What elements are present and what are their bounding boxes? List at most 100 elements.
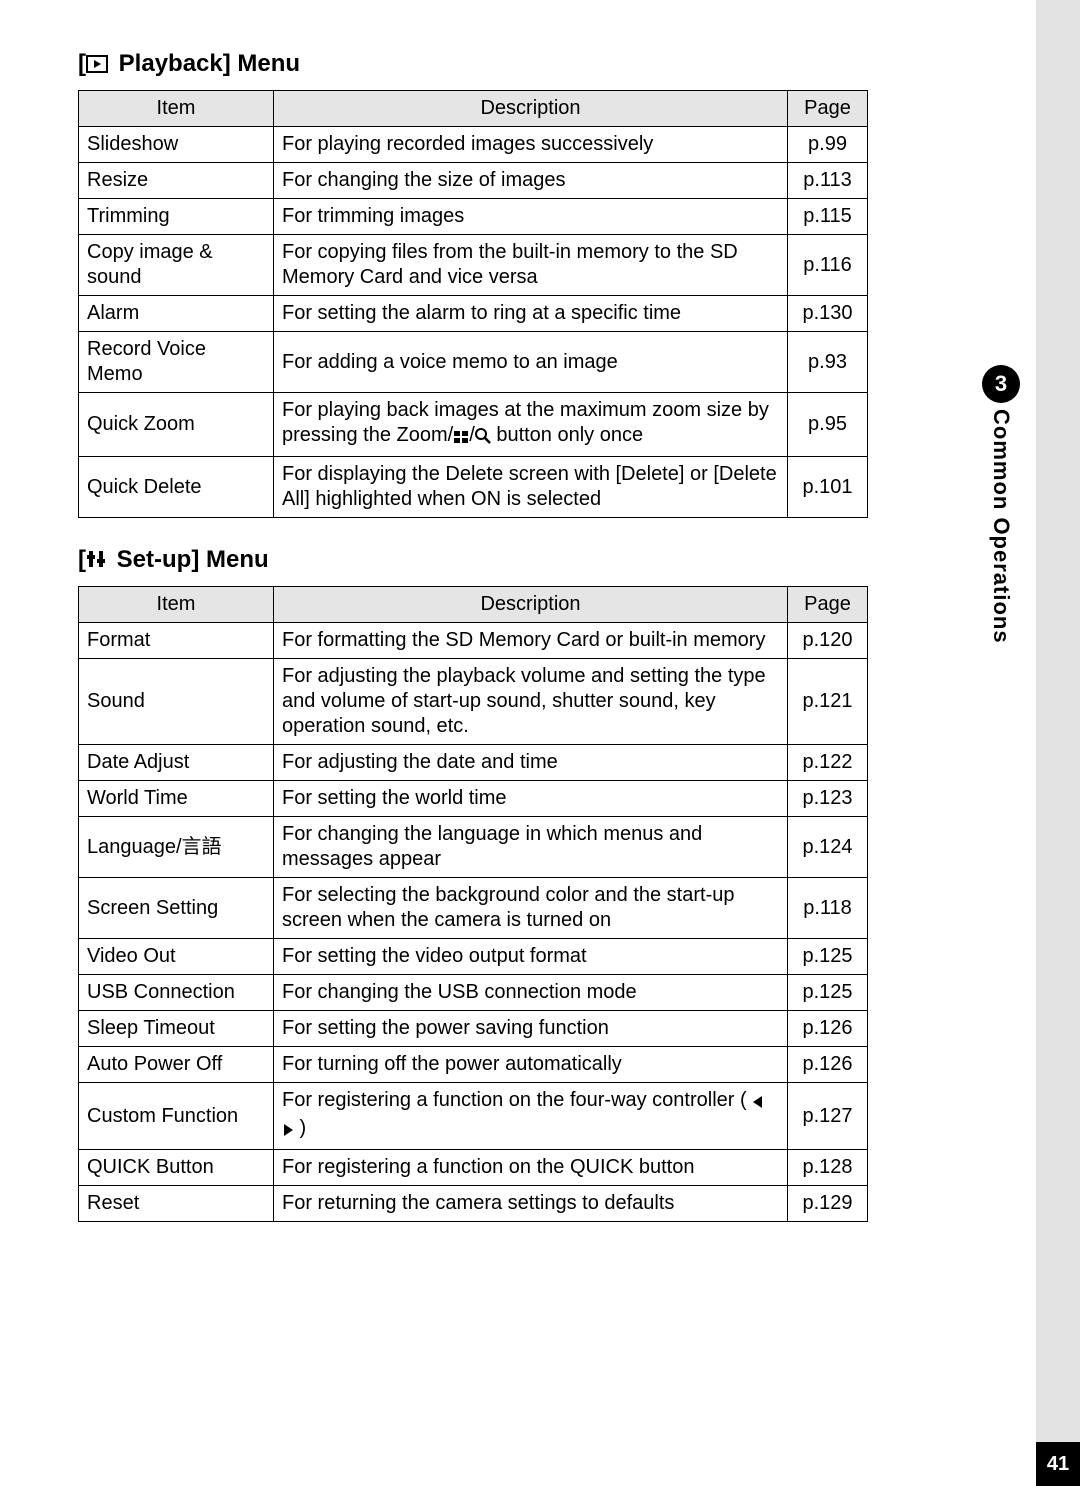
playback-icon (86, 52, 108, 80)
cell-item: Slideshow (79, 127, 274, 163)
cell-description: For changing the language in which menus… (274, 817, 788, 878)
cell-description: For changing the USB connection mode (274, 975, 788, 1011)
cell-item: Screen Setting (79, 878, 274, 939)
cell-item: Trimming (79, 199, 274, 235)
left-arrow-icon (752, 1091, 764, 1116)
cell-description: For returning the camera settings to def… (274, 1186, 788, 1222)
cell-item: Reset (79, 1186, 274, 1222)
table-row: Quick DeleteFor displaying the Delete sc… (79, 457, 868, 518)
cell-item: Format (79, 623, 274, 659)
cell-page: p.127 (788, 1083, 868, 1150)
table-row: ResetFor returning the camera settings t… (79, 1186, 868, 1222)
cell-description: For setting the power saving function (274, 1011, 788, 1047)
cell-item: Copy image & sound (79, 235, 274, 296)
cell-description: For adjusting the date and time (274, 745, 788, 781)
magnifier-icon (475, 426, 491, 451)
cell-page: p.93 (788, 332, 868, 393)
table-row: Quick ZoomFor playing back images at the… (79, 393, 868, 457)
cell-item: Quick Delete (79, 457, 274, 518)
table-row: Video OutFor setting the video output fo… (79, 939, 868, 975)
page-content: [ Playback] Menu Item Description Page S… (78, 50, 868, 1250)
page-number: 41 (1036, 1442, 1080, 1486)
cell-description: For registering a function on the four-w… (274, 1083, 788, 1150)
cell-page: p.101 (788, 457, 868, 518)
cell-item: Quick Zoom (79, 393, 274, 457)
cell-item: World Time (79, 781, 274, 817)
section-title: Common Operations (988, 409, 1014, 644)
cell-description: For adding a voice memo to an image (274, 332, 788, 393)
table-row: SlideshowFor playing recorded images suc… (79, 127, 868, 163)
table-row: Screen SettingFor selecting the backgrou… (79, 878, 868, 939)
cell-item: Resize (79, 163, 274, 199)
cell-description: For selecting the background color and t… (274, 878, 788, 939)
cell-item: Video Out (79, 939, 274, 975)
cell-page: p.126 (788, 1011, 868, 1047)
table-header-row: Item Description Page (79, 91, 868, 127)
right-arrow-icon (282, 1119, 294, 1144)
col-description: Description (274, 587, 788, 623)
col-page: Page (788, 91, 868, 127)
cell-description: For setting the world time (274, 781, 788, 817)
table-row: SoundFor adjusting the playback volume a… (79, 659, 868, 745)
table-row: World TimeFor setting the world timep.12… (79, 781, 868, 817)
cell-item: Date Adjust (79, 745, 274, 781)
cell-description: For copying files from the built-in memo… (274, 235, 788, 296)
table-row: Language/言語For changing the language in … (79, 817, 868, 878)
table-row: AlarmFor setting the alarm to ring at a … (79, 296, 868, 332)
cell-description: For changing the size of images (274, 163, 788, 199)
edge-strip (1036, 0, 1080, 1486)
table-row: Auto Power OffFor turning off the power … (79, 1047, 868, 1083)
heading-text: Set-up] Menu (110, 546, 269, 573)
side-gutter: 3 Common Operations 41 (940, 0, 1080, 1486)
table-row: FormatFor formatting the SD Memory Card … (79, 623, 868, 659)
manual-page: [ Playback] Menu Item Description Page S… (0, 0, 1080, 1486)
cell-page: p.130 (788, 296, 868, 332)
cell-page: p.115 (788, 199, 868, 235)
col-page: Page (788, 587, 868, 623)
heading-text: Playback] Menu (112, 50, 300, 77)
table-row: Copy image & soundFor copying files from… (79, 235, 868, 296)
cell-description: For turning off the power automatically (274, 1047, 788, 1083)
cell-page: p.99 (788, 127, 868, 163)
cell-page: p.118 (788, 878, 868, 939)
table-row: Date AdjustFor adjusting the date and ti… (79, 745, 868, 781)
thumbnail-icon (453, 426, 469, 451)
cell-page: p.122 (788, 745, 868, 781)
section-number-badge: 3 (982, 365, 1020, 403)
setup-icon (86, 548, 106, 576)
setup-menu-table: Item Description Page FormatFor formatti… (78, 586, 868, 1222)
table-row: Custom FunctionFor registering a functio… (79, 1083, 868, 1150)
table-header-row: Item Description Page (79, 587, 868, 623)
cell-item: USB Connection (79, 975, 274, 1011)
cell-item: QUICK Button (79, 1150, 274, 1186)
cell-page: p.124 (788, 817, 868, 878)
playback-menu-heading: [ Playback] Menu (78, 50, 868, 80)
cell-page: p.126 (788, 1047, 868, 1083)
cell-description: For displaying the Delete screen with [D… (274, 457, 788, 518)
cell-item: Sleep Timeout (79, 1011, 274, 1047)
table-row: TrimmingFor trimming imagesp.115 (79, 199, 868, 235)
cell-item: Alarm (79, 296, 274, 332)
cell-page: p.95 (788, 393, 868, 457)
cell-page: p.121 (788, 659, 868, 745)
cell-page: p.129 (788, 1186, 868, 1222)
col-description: Description (274, 91, 788, 127)
cell-page: p.125 (788, 975, 868, 1011)
cell-item: Language/言語 (79, 817, 274, 878)
playback-menu-table: Item Description Page SlideshowFor playi… (78, 90, 868, 518)
table-row: USB ConnectionFor changing the USB conne… (79, 975, 868, 1011)
cell-description: For playing back images at the maximum z… (274, 393, 788, 457)
table-row: Record Voice MemoFor adding a voice memo… (79, 332, 868, 393)
cell-description: For trimming images (274, 199, 788, 235)
cell-item: Custom Function (79, 1083, 274, 1150)
cell-page: p.128 (788, 1150, 868, 1186)
cell-page: p.120 (788, 623, 868, 659)
cell-item: Auto Power Off (79, 1047, 274, 1083)
col-item: Item (79, 587, 274, 623)
setup-menu-heading: [ Set-up] Menu (78, 546, 868, 576)
cell-page: p.116 (788, 235, 868, 296)
cell-description: For registering a function on the QUICK … (274, 1150, 788, 1186)
cell-description: For formatting the SD Memory Card or bui… (274, 623, 788, 659)
cell-page: p.125 (788, 939, 868, 975)
col-item: Item (79, 91, 274, 127)
